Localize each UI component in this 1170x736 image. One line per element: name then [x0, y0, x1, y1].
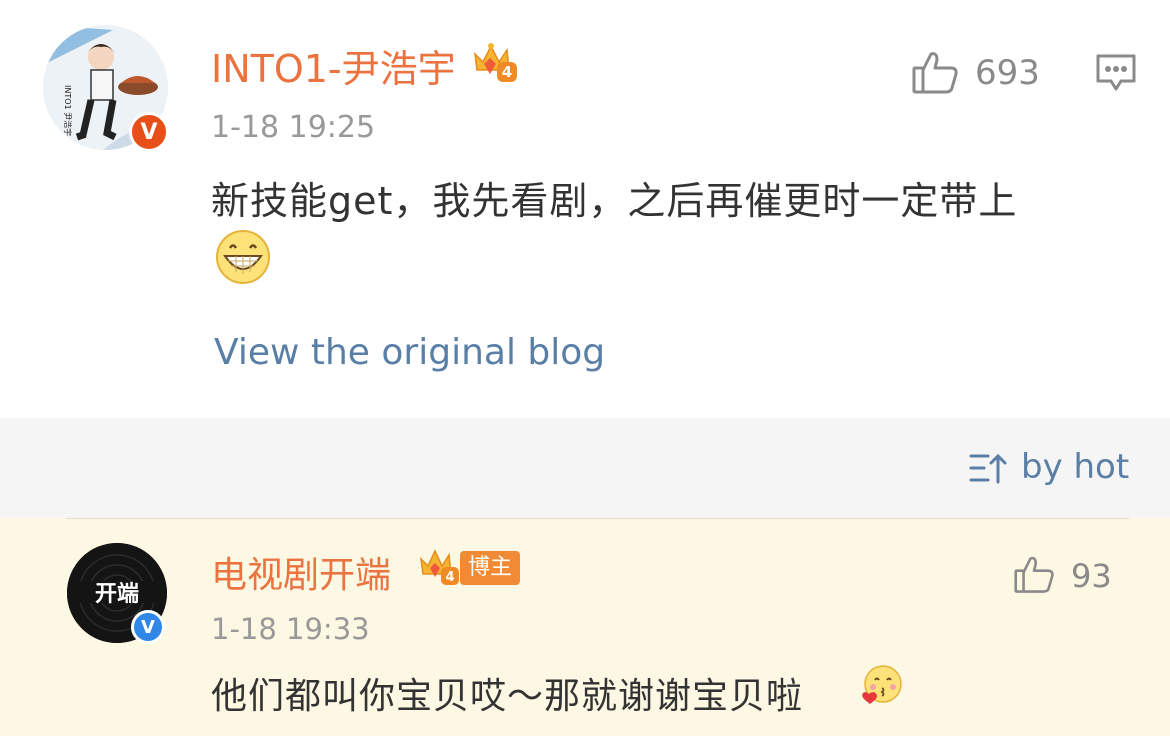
view-original-link[interactable]: View the original blog [214, 332, 605, 373]
sort-icon[interactable] [968, 450, 1008, 486]
crown-diamond-icon: 4 [471, 40, 517, 84]
sort-by-hot[interactable]: by hot [1021, 447, 1129, 487]
post-like-count: 693 [975, 53, 1040, 93]
divider [66, 518, 1129, 519]
avatar-caption: 开端 [95, 582, 139, 607]
level-badge: 4 [502, 63, 512, 81]
comment-like-count: 93 [1071, 557, 1112, 595]
level-badge: 4 [445, 570, 454, 585]
comment-icon[interactable] [1095, 53, 1137, 93]
thumbs-up-icon[interactable] [1013, 555, 1055, 595]
post-content: 新技能get，我先看剧，之后再催更时一定带上 [211, 179, 1018, 223]
avatar-caption: INTO1 尹浩宇 [63, 85, 73, 136]
role-badge: 博主 [460, 551, 521, 585]
kiss-heart-emoji-icon [860, 664, 904, 708]
comment-time: 1-18 19:33 [211, 612, 370, 646]
post-username[interactable]: INTO1-尹浩宇 [211, 38, 456, 93]
thumbs-up-icon[interactable] [911, 50, 959, 96]
post-time: 1-18 19:25 [211, 110, 376, 145]
comment-username[interactable]: 电视剧开端 [211, 546, 391, 598]
verified-badge: V [131, 610, 165, 644]
grin-emoji-icon [214, 228, 272, 286]
comment-content: 他们都叫你宝贝哎～那就谢谢宝贝啦 [211, 676, 804, 717]
verified-badge: V [129, 112, 169, 152]
crown-diamond-icon: 4 [419, 547, 459, 587]
